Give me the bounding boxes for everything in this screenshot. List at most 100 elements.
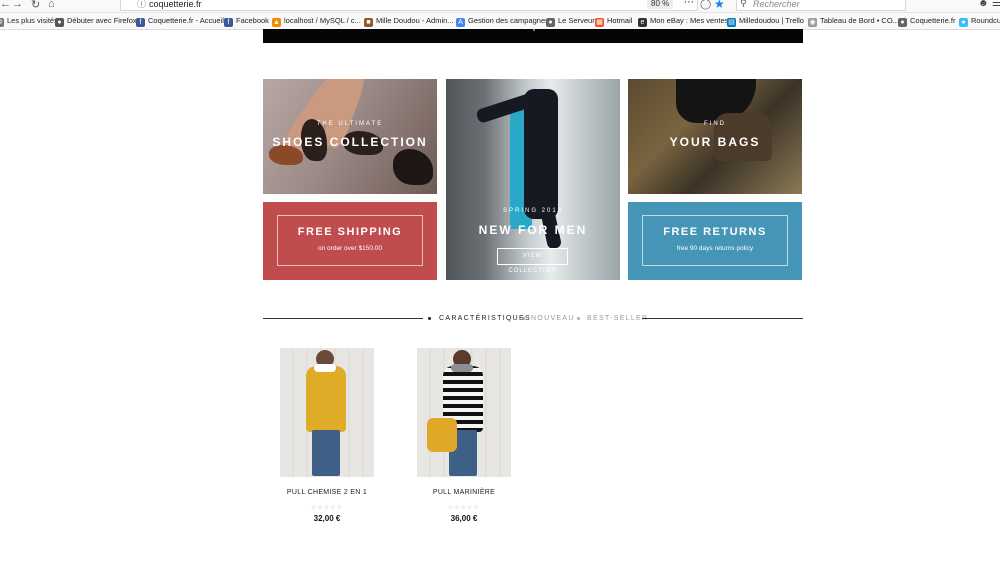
bookmark-label: Coquetterie.fr - Accueil [148, 16, 224, 25]
bookmark-item[interactable]: ⚙Les plus visités [0, 14, 58, 28]
firefox-icon: ● [55, 18, 64, 27]
gear-icon: ⚙ [0, 18, 4, 27]
free-returns-title: FREE RETURNS [663, 226, 767, 238]
menu-icon[interactable]: ☰ [992, 0, 1000, 9]
free-shipping-subtitle: on order over $150.00 [318, 245, 382, 252]
banner-your-bags[interactable]: FIND YOUR BAGS [628, 79, 802, 194]
tile-kicker: THE ULTIMATE [316, 121, 384, 127]
banner-frame: FREE RETURNS free 90 days returns policy [642, 215, 788, 266]
active-tab-dot [428, 317, 431, 320]
white-collar [314, 364, 336, 372]
tile-kicker: SPRING 2013 [502, 208, 564, 214]
bookmark-label: Les plus visités [7, 16, 58, 25]
leg-image [535, 188, 563, 250]
bookmark-label: Gestion des campagnes [468, 16, 549, 25]
bookmark-label: localhost / MySQL / c... [284, 16, 361, 25]
bookmark-item[interactable]: f Coquetterie.fr - Accueil [136, 14, 224, 28]
roundcube-icon: ● [959, 18, 968, 27]
bookmark-label: Facebook [236, 16, 269, 25]
bookmark-label: Débuter avec Firefox [67, 16, 137, 25]
bookmark-item[interactable]: ■ Mille Doudou - Admin... [364, 14, 454, 28]
bookmark-label: Mon eBay : Mes ventes [650, 16, 729, 25]
banner-shoes-collection[interactable]: THE ULTIMATE SHOES COLLECTION [263, 79, 437, 194]
bookmark-item[interactable]: ◉ Tableau de Bord • CO... [808, 14, 899, 28]
bookmark-label: Tableau de Bord • CO... [820, 16, 899, 25]
phpmyadmin-icon: ▲ [272, 18, 281, 27]
trello-icon: ▤ [727, 18, 736, 27]
tile-title: SHOES COLLECTION [272, 135, 428, 149]
product-rating: ☆☆☆☆☆ [448, 505, 480, 511]
bookmark-item[interactable]: ● Roundcu [959, 14, 1000, 28]
ebay-icon: e [638, 18, 647, 27]
bookmark-label: Le Serveur [558, 16, 595, 25]
tile-title: YOUR BAGS [669, 135, 761, 149]
globe-icon: ● [898, 18, 907, 27]
url-bar[interactable]: ⓘ coquetterie.fr 80 % ⋯ [120, 0, 698, 11]
facebook-icon: f [224, 18, 233, 27]
browser-toolbar: ← → ↻ ⌂ ⓘ coquetterie.fr 80 % ⋯ ◯ ★ ⚲ Re… [0, 0, 1000, 13]
product-image[interactable] [417, 348, 511, 477]
account-icon[interactable]: ☻ [978, 0, 989, 9]
url-text[interactable]: coquetterie.fr [149, 0, 202, 10]
windows-icon: ▦ [595, 18, 604, 27]
bookmark-item[interactable]: A Gestion des campagnes [456, 14, 549, 28]
tabs-divider-right [642, 318, 803, 319]
tile-kicker: FIND [704, 121, 726, 127]
bookmark-item[interactable]: ▦ Hotmail [595, 14, 632, 28]
top-banner [263, 29, 803, 43]
bookmark-item[interactable]: ● Coquetterie.fr [898, 14, 955, 28]
free-returns-subtitle: free 90 days returns policy [676, 245, 754, 252]
adwords-icon: A [456, 18, 465, 27]
yellow-handbag [427, 418, 457, 452]
bookmark-item[interactable]: ▤ Milledoudou | Trello [727, 14, 804, 28]
pocket-icon[interactable]: ◯ [700, 0, 711, 10]
zoom-indicator[interactable]: 80 % [647, 0, 674, 9]
tab-nouveau[interactable]: NOUVEAU [531, 315, 575, 322]
bookmark-label: Hotmail [607, 16, 633, 25]
product-image[interactable] [280, 348, 374, 477]
banner-marker [533, 29, 535, 31]
tab-caracteristiques[interactable]: CARACTÉRISTIQUES [439, 315, 531, 322]
bookmark-item[interactable]: e Mon eBay : Mes ventes [638, 14, 728, 28]
bookmark-label: Mille Doudou - Admin... [376, 16, 454, 25]
banner-new-for-men[interactable]: SPRING 2013 NEW FOR MEN VIEW COLLECTION [446, 79, 620, 280]
home-icon[interactable]: ⌂ [48, 0, 55, 10]
facebook-icon: f [136, 18, 145, 27]
product-card[interactable]: PULL MARINIÈRE ☆☆☆☆☆ 36,00 € [409, 348, 519, 538]
bookmark-label: Roundcu [971, 16, 1000, 25]
product-price: 32,00 € [313, 514, 341, 523]
tab-best-seller[interactable]: BEST-SELLER [587, 315, 648, 322]
tab-separator-dot [577, 317, 580, 320]
tabs-divider-left [263, 318, 423, 319]
bookmark-star-icon[interactable]: ★ [714, 0, 725, 11]
search-placeholder[interactable]: Rechercher [753, 0, 800, 10]
jeans [312, 430, 340, 476]
bookmark-label: Coquetterie.fr [910, 16, 956, 25]
free-shipping-title: FREE SHIPPING [297, 226, 403, 238]
product-name[interactable]: PULL MARINIÈRE [409, 489, 519, 496]
page-actions-icon[interactable]: ⋯ [684, 0, 694, 9]
bookmark-label: Milledoudou | Trello [739, 16, 804, 25]
free-shipping-banner[interactable]: FREE SHIPPING on order over $150.00 [263, 202, 437, 280]
product-name[interactable]: PULL CHEMISE 2 EN 1 [272, 489, 382, 496]
view-collection-button[interactable]: VIEW COLLECTION [497, 248, 568, 274]
tile-title: NEW FOR MEN [478, 223, 588, 237]
back-icon[interactable]: ← [0, 0, 11, 10]
site-info-icon[interactable]: ⓘ [137, 0, 146, 10]
search-bar[interactable]: ⚲ Rechercher [736, 0, 906, 11]
forward-icon[interactable]: → [12, 0, 23, 10]
tab-separator-dot [522, 317, 525, 320]
bookmark-item[interactable]: ● Débuter avec Firefox [55, 14, 137, 28]
reload-icon[interactable]: ↻ [31, 0, 40, 11]
search-icon: ⚲ [740, 0, 747, 8]
free-returns-banner[interactable]: FREE RETURNS free 90 days returns policy [628, 202, 802, 280]
banner-frame: FREE SHIPPING on order over $150.00 [277, 215, 423, 266]
dashboard-icon: ◉ [808, 18, 817, 27]
product-card[interactable]: PULL CHEMISE 2 EN 1 ☆☆☆☆☆ 32,00 € [272, 348, 382, 538]
bookmark-item[interactable]: ▲ localhost / MySQL / c... [272, 14, 361, 28]
shoe-image [393, 149, 433, 185]
bookmark-item[interactable]: f Facebook [224, 14, 269, 28]
product-rating: ☆☆☆☆☆ [311, 505, 343, 511]
bookmark-item[interactable]: ● Le Serveur [546, 14, 595, 28]
grey-collar [451, 364, 473, 372]
